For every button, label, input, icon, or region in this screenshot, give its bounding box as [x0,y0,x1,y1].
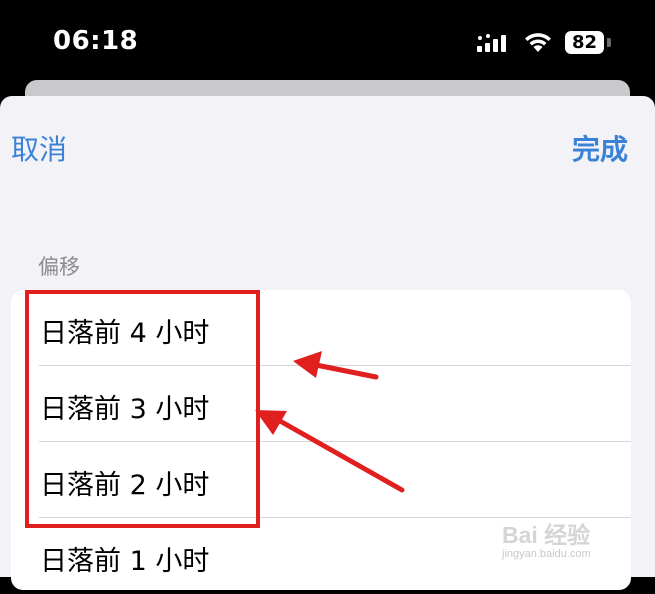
annotation-arrow-lower [255,410,405,493]
annotation-arrow-upper [293,351,379,380]
watermark-url: jingyan.baidu.com [502,548,591,560]
annotation-arrows [255,351,405,493]
watermark: Bai 经验 jingyan.baidu.com [502,516,620,560]
watermark-logo: Bai 经验 [502,522,591,548]
